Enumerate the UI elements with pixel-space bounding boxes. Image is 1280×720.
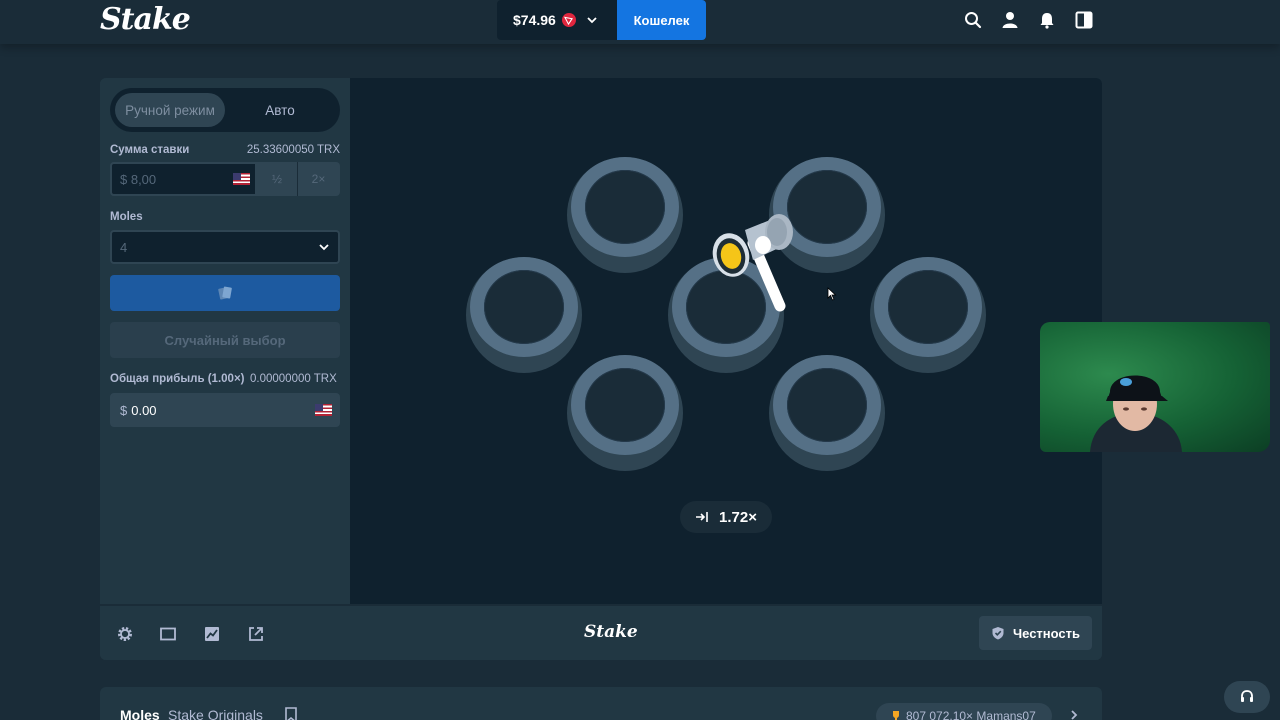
game-stage: 1.72× <box>350 78 1102 604</box>
cashout-arrow-icon <box>696 512 708 522</box>
fairness-button[interactable]: Честность <box>979 616 1092 650</box>
notifications-icon[interactable] <box>1038 11 1056 29</box>
game-info-bar: Moles Stake Originals 807 072.10× Mamans… <box>100 687 1102 720</box>
bet-amount-group: $ 8,00 ½ 2× <box>110 162 340 196</box>
hammer-icon <box>712 214 793 312</box>
profit-value: 0.00 <box>131 402 157 418</box>
total-profit-label: Общая прибыль (1.00×) <box>110 373 245 385</box>
half-bet-button[interactable]: ½ <box>257 162 298 196</box>
wallet-button[interactable]: Кошелек <box>617 0 706 40</box>
profit-currency: $ <box>120 402 128 418</box>
random-pick-button[interactable]: Случайный выбор <box>110 322 340 358</box>
headset-icon <box>1241 690 1253 702</box>
webcam-overlay <box>1040 322 1270 452</box>
trophy-icon <box>893 711 899 720</box>
bookmark-icon[interactable] <box>284 707 298 720</box>
popout-icon[interactable] <box>248 626 264 642</box>
user-icon[interactable] <box>1001 11 1019 29</box>
game-container: Ручной режим Авто Сумма ставки 25.336000… <box>100 78 1102 660</box>
mole-hole[interactable] <box>870 257 986 373</box>
moles-label: Moles <box>110 211 143 223</box>
tab-manual[interactable]: Ручной режим <box>115 93 225 127</box>
bet-amount-crypto: 25.33600050 TRX <box>246 144 340 156</box>
us-flag-icon <box>233 173 250 185</box>
settings-icon[interactable] <box>117 626 133 642</box>
bet-amount-label: Сумма ставки <box>110 144 190 156</box>
tab-auto[interactable]: Авто <box>225 93 335 127</box>
mode-toggle: Ручной режим Авто <box>110 88 340 132</box>
us-flag-icon <box>315 404 332 416</box>
mole-hole[interactable] <box>567 157 683 273</box>
stake-logo[interactable]: Stake <box>100 2 191 37</box>
cursor-icon <box>827 287 837 301</box>
top-win-text: 807 072.10× Mamans07 <box>906 709 1036 720</box>
top-win-badge[interactable]: 807 072.10× Mamans07 <box>876 703 1052 720</box>
theatre-mode-icon[interactable] <box>160 626 176 642</box>
multiplier-value: 1.72× <box>719 508 757 526</box>
game-provider[interactable]: Stake Originals <box>168 707 263 720</box>
total-profit-crypto: 0.00000000 TRX <box>250 373 337 385</box>
balance-amount: $74.96 <box>513 12 556 28</box>
game-title: Moles <box>120 707 160 720</box>
bet-sidebar: Ручной режим Авто Сумма ставки 25.336000… <box>100 78 350 604</box>
shield-check-icon <box>992 627 1004 640</box>
double-bet-button[interactable]: 2× <box>298 162 339 196</box>
tron-icon <box>561 13 576 27</box>
stats-icon[interactable] <box>204 626 220 642</box>
moles-select[interactable]: 4 <box>110 230 340 264</box>
mole-hole[interactable] <box>769 355 885 471</box>
moles-value: 4 <box>120 239 128 255</box>
balance-selector[interactable]: $74.96 <box>497 0 617 40</box>
bet-amount-input[interactable]: $ 8,00 <box>110 162 257 196</box>
fairness-label: Честность <box>1013 625 1080 641</box>
multiplier-badge: 1.72× <box>680 501 772 533</box>
stake-footer-logo: Stake <box>584 622 638 642</box>
mole-hole[interactable] <box>567 355 683 471</box>
bet-button[interactable] <box>110 275 340 311</box>
game-footer: Stake Честность <box>100 604 1102 660</box>
chevron-down-icon <box>587 17 597 24</box>
cards-icon <box>218 286 232 300</box>
sidebar-toggle-icon[interactable] <box>1075 11 1093 29</box>
top-bar: Stake $74.96 Кошелек <box>0 0 1280 44</box>
search-icon[interactable] <box>964 11 982 29</box>
bet-amount-placeholder: $ 8,00 <box>120 171 157 187</box>
chevron-right-icon[interactable] <box>1068 709 1080 720</box>
streamer-image <box>1090 375 1182 452</box>
mole-hole[interactable] <box>466 257 582 373</box>
live-support-button[interactable] <box>1224 681 1270 713</box>
total-profit-field: $ 0.00 <box>110 393 340 427</box>
chevron-down-icon <box>319 244 329 251</box>
